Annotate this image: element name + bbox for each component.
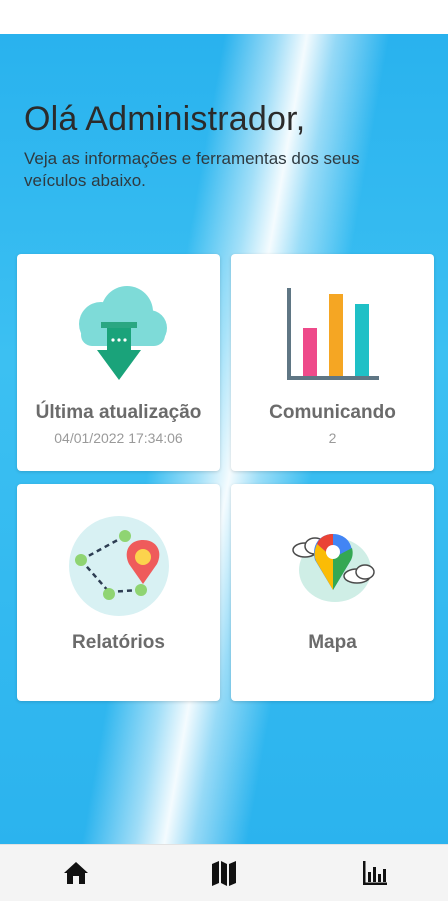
communicating-card[interactable]: Comunicando 2	[231, 254, 434, 471]
dashboard: Olá Administrador, Veja as informações e…	[0, 34, 448, 844]
last-update-value: 04/01/2022 17:34:06	[54, 430, 183, 446]
home-icon[interactable]	[61, 858, 91, 888]
reports-title: Relatórios	[72, 632, 165, 653]
cloud-download-icon	[78, 286, 167, 380]
last-update-card[interactable]: Última atualização 04/01/2022 17:34:06	[17, 254, 220, 471]
greeting-subtitle: Veja as informações e ferramentas dos se…	[24, 149, 360, 190]
status-bar	[0, 0, 448, 34]
communicating-value: 2	[328, 430, 337, 446]
reports-chart-icon[interactable]	[360, 858, 390, 888]
map-icon[interactable]	[209, 858, 239, 888]
communicating-title: Comunicando	[269, 402, 396, 423]
map-card[interactable]: Mapa	[231, 484, 434, 701]
last-update-title: Última atualização	[35, 402, 202, 423]
bar-chart-icon	[286, 288, 379, 380]
route-report-icon	[68, 516, 169, 616]
greeting-title: Olá Administrador,	[24, 100, 306, 138]
bottom-navigation	[0, 844, 448, 901]
reports-card[interactable]: Relatórios	[17, 484, 220, 701]
map-title: Mapa	[308, 632, 357, 653]
google-maps-pin-icon	[291, 534, 375, 602]
